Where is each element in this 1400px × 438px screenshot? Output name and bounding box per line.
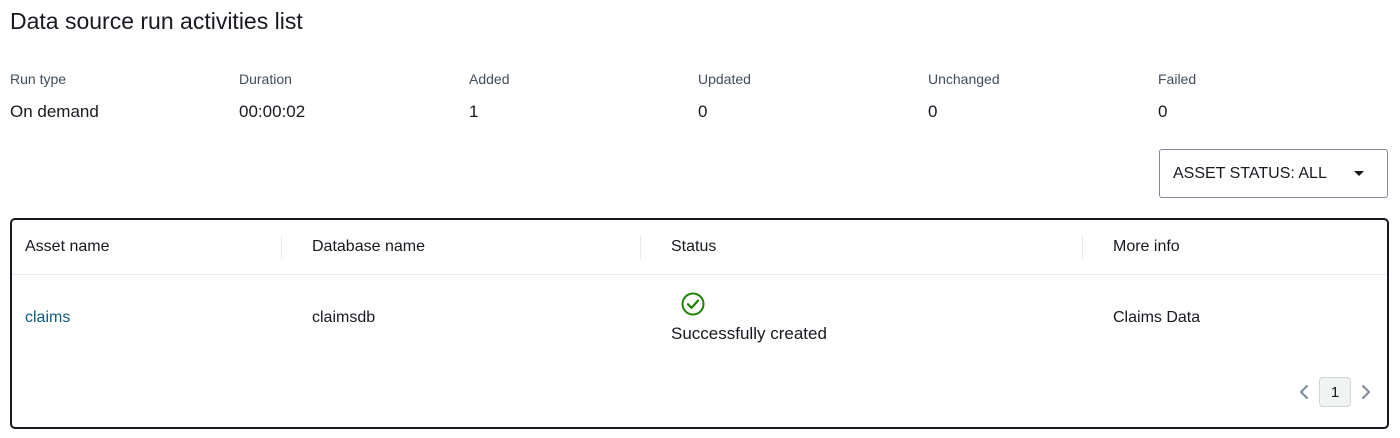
summary-unchanged: Unchanged 0 — [928, 70, 1148, 123]
summary-value: 0 — [1158, 102, 1168, 121]
asset-status-filter-dropdown[interactable]: ASSET STATUS: ALL — [1159, 149, 1388, 198]
summary-value: On demand — [10, 102, 99, 121]
summary-label: Failed — [1158, 71, 1197, 87]
chevron-left-icon[interactable] — [1293, 377, 1315, 407]
summary-run-type: Run type On demand — [10, 70, 230, 123]
summary-value: 0 — [928, 102, 938, 121]
page: Data source run activities list Run type… — [0, 0, 1400, 438]
table-row: claims claimsdb Successfully created Cla… — [12, 276, 1387, 366]
summary-value: 00:00:02 — [239, 102, 306, 121]
column-header-database-name[interactable]: Database name — [312, 237, 425, 257]
column-header-asset-name[interactable]: Asset name — [25, 237, 109, 257]
summary-label: Run type — [10, 71, 67, 87]
column-divider[interactable] — [1082, 235, 1083, 259]
pagination: 1 — [1293, 377, 1377, 407]
summary-label: Added — [469, 71, 510, 87]
summary-label: Updated — [698, 71, 751, 87]
summary-value: 1 — [469, 102, 479, 121]
summary-added: Added 1 — [469, 70, 689, 123]
database-name-cell: claimsdb — [312, 309, 376, 326]
summary-value: 0 — [698, 102, 708, 121]
more-info-cell: Claims Data — [1113, 309, 1201, 326]
check-circle-icon — [681, 292, 705, 316]
status-text: Successfully created — [671, 324, 827, 343]
summary-duration: Duration 00:00:02 — [239, 70, 459, 123]
filter-label: ASSET STATUS: ALL — [1173, 164, 1327, 182]
column-divider[interactable] — [640, 235, 641, 259]
asset-name-link[interactable]: claims — [25, 308, 70, 328]
column-divider[interactable] — [281, 235, 282, 259]
summary-label: Unchanged — [928, 71, 1000, 87]
caret-down-icon — [1354, 171, 1364, 176]
page-title: Data source run activities list — [10, 8, 303, 34]
activities-table: Asset name Database name Status More inf… — [10, 218, 1389, 429]
table-header: Asset name Database name Status More inf… — [12, 220, 1387, 275]
summary-label: Duration — [239, 71, 292, 87]
page-number-button[interactable]: 1 — [1319, 377, 1351, 407]
column-header-more-info[interactable]: More info — [1113, 237, 1180, 257]
chevron-right-icon[interactable] — [1355, 377, 1377, 407]
summary-failed: Failed 0 — [1158, 70, 1378, 123]
summary-updated: Updated 0 — [698, 70, 918, 123]
column-header-status[interactable]: Status — [671, 237, 716, 257]
